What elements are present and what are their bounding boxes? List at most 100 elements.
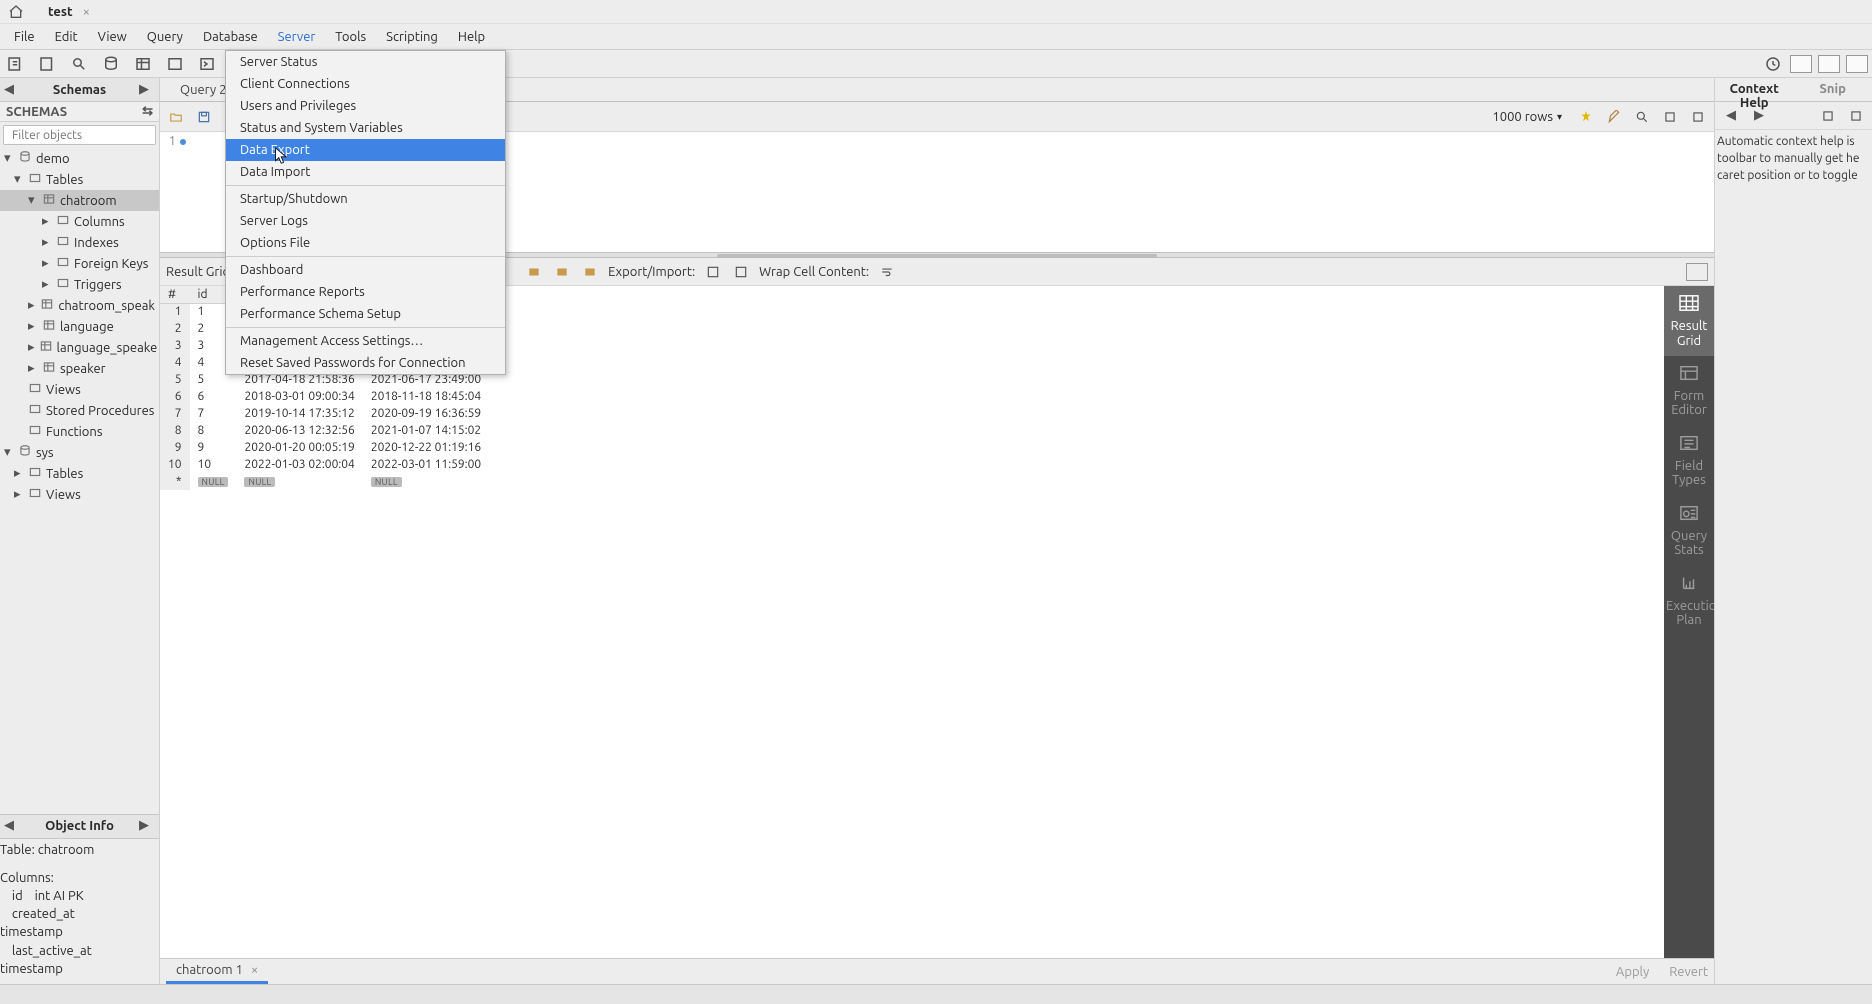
server-menu-server-status[interactable]: Server Status	[226, 51, 505, 73]
server-menu-data-import[interactable]: Data Import	[226, 161, 505, 183]
cell[interactable]: 2020-12-22 01:19:16	[363, 439, 489, 456]
beautify-icon[interactable]	[1576, 107, 1596, 127]
save-file-icon[interactable]	[194, 107, 214, 127]
new-procedure-icon[interactable]	[196, 53, 218, 75]
schema-tree[interactable]: ▾demo▾Tables▾chatroom▸Columns▸Indexes▸Fo…	[0, 148, 159, 814]
tree-item-stored-procedures[interactable]: Stored Procedures	[0, 400, 159, 421]
toggle-result-panel-button[interactable]	[1686, 263, 1708, 281]
table-row[interactable]: 882020-06-13 12:32:562021-01-07 14:15:02	[160, 422, 489, 439]
cell[interactable]: 7	[160, 405, 190, 422]
server-menu-dashboard[interactable]: Dashboard	[226, 259, 505, 281]
toggle-sidebar-button[interactable]	[1790, 55, 1812, 73]
tree-item-views[interactable]: Views	[0, 379, 159, 400]
tree-expand-icon[interactable]: ▸	[28, 361, 38, 376]
server-menu-status-and-system-variables[interactable]: Status and System Variables	[226, 117, 505, 139]
tree-item-tables[interactable]: ▸Tables	[0, 463, 159, 484]
tree-item-language-speake[interactable]: ▸language_speake	[0, 337, 159, 358]
tree-expand-icon[interactable]: ▸	[28, 340, 35, 355]
tree-expand-icon[interactable]	[14, 425, 24, 439]
cell[interactable]: 7	[190, 405, 237, 422]
tree-item-language[interactable]: ▸language	[0, 316, 159, 337]
nav-prev-icon[interactable]: ◀	[4, 82, 20, 98]
cell[interactable]: 2022-01-03 02:00:04	[236, 456, 362, 473]
rail-execution-plan[interactable]: ExecutionPlan	[1664, 566, 1714, 636]
tree-item-sys[interactable]: ▾sys	[0, 442, 159, 463]
ctx-back-icon[interactable]: ◀	[1721, 106, 1741, 126]
menu-query[interactable]: Query	[137, 24, 193, 49]
inspector-icon[interactable]	[68, 53, 90, 75]
cell[interactable]: 8	[160, 422, 190, 439]
tree-expand-icon[interactable]: ▸	[42, 256, 52, 271]
new-view-icon[interactable]	[164, 53, 186, 75]
tree-item-functions[interactable]: Functions	[0, 421, 159, 442]
tree-expand-icon[interactable]: ▸	[14, 466, 24, 481]
cell[interactable]: 2022-03-01 11:59:00	[363, 456, 489, 473]
cell[interactable]: 2020-09-19 16:36:59	[363, 405, 489, 422]
open-file-icon[interactable]	[166, 107, 186, 127]
brush-icon[interactable]	[1604, 107, 1624, 127]
apply-button[interactable]: Apply	[1616, 965, 1649, 979]
cell[interactable]: 2	[160, 320, 190, 337]
connection-tab[interactable]: test ×	[42, 3, 96, 21]
tree-expand-icon[interactable]	[14, 404, 24, 418]
tree-expand-icon[interactable]: ▸	[14, 487, 24, 502]
table-row[interactable]: 10102022-01-03 02:00:042022-03-01 11:59:…	[160, 456, 489, 473]
table-row[interactable]: *NULLNULLNULL	[160, 473, 489, 490]
tree-item-columns[interactable]: ▸Columns	[0, 211, 159, 232]
cell[interactable]: 6	[160, 388, 190, 405]
server-menu-client-connections[interactable]: Client Connections	[226, 73, 505, 95]
cell[interactable]: 4	[160, 354, 190, 371]
schema-filter-input[interactable]	[12, 129, 167, 142]
tree-expand-icon[interactable]: ▸	[42, 214, 52, 229]
cell[interactable]: 2020-01-20 00:05:19	[236, 439, 362, 456]
toggle-output-button[interactable]	[1818, 55, 1840, 73]
tree-item-indexes[interactable]: ▸Indexes	[0, 232, 159, 253]
menu-database[interactable]: Database	[193, 24, 268, 49]
tree-expand-icon[interactable]: ▸	[42, 235, 52, 250]
nav-next-icon[interactable]: ▶	[139, 82, 155, 98]
wrap-cell-icon[interactable]	[877, 262, 897, 282]
tree-item-speaker[interactable]: ▸speaker	[0, 358, 159, 379]
menu-help[interactable]: Help	[448, 24, 495, 49]
tree-expand-icon[interactable]: ▾	[4, 445, 14, 460]
table-row[interactable]: 662018-03-01 09:00:342018-11-18 18:45:04	[160, 388, 489, 405]
new-schema-icon[interactable]	[100, 53, 122, 75]
object-info-prev-icon[interactable]: ◀	[4, 818, 20, 834]
object-info-next-icon[interactable]: ▶	[139, 818, 155, 834]
tree-item-triggers[interactable]: ▸Triggers	[0, 274, 159, 295]
cell[interactable]: 5	[160, 371, 190, 388]
server-menu-reset-saved-passwords-for-connection[interactable]: Reset Saved Passwords for Connection	[226, 352, 505, 374]
cell[interactable]: 10	[160, 456, 190, 473]
toggle-secondary-button[interactable]	[1846, 55, 1868, 73]
cell[interactable]: 6	[190, 388, 237, 405]
tree-item-chatroom[interactable]: ▾chatroom	[0, 190, 159, 211]
add-row-icon[interactable]	[552, 262, 572, 282]
server-menu-performance-schema-setup[interactable]: Performance Schema Setup	[226, 303, 505, 325]
word-wrap-icon[interactable]	[1688, 107, 1708, 127]
schemas-sync-icon[interactable]: ⇆	[142, 104, 153, 119]
snippets-tab[interactable]: Snip	[1794, 78, 1872, 101]
menu-server[interactable]: Server	[268, 24, 326, 49]
edit-icon[interactable]	[524, 262, 544, 282]
cell[interactable]: 2018-11-18 18:45:04	[363, 388, 489, 405]
server-menu-management-access-settings[interactable]: Management Access Settings…	[226, 330, 505, 352]
cell[interactable]: 2020-06-13 12:32:56	[236, 422, 362, 439]
export-icon[interactable]	[703, 262, 723, 282]
tree-expand-icon[interactable]: ▸	[28, 319, 38, 334]
delete-row-icon[interactable]	[580, 262, 600, 282]
server-menu-startup-shutdown[interactable]: Startup/Shutdown	[226, 188, 505, 210]
cell[interactable]: 9	[160, 439, 190, 456]
tree-expand-icon[interactable]: ▾	[4, 151, 14, 166]
tree-item-demo[interactable]: ▾demo	[0, 148, 159, 169]
close-result-tab-icon[interactable]: ×	[251, 963, 258, 977]
cell[interactable]: 9	[190, 439, 237, 456]
tree-item-views[interactable]: ▸Views	[0, 484, 159, 505]
context-help-tab[interactable]: Context Help	[1715, 78, 1794, 101]
result-grid[interactable]: #idcreated_atlast_active_at1122332020-02…	[160, 286, 1664, 958]
rail-form-editor[interactable]: FormEditor	[1664, 356, 1714, 426]
invisible-chars-icon[interactable]	[1660, 107, 1680, 127]
ctx-manual-icon[interactable]	[1846, 106, 1866, 126]
server-menu-performance-reports[interactable]: Performance Reports	[226, 281, 505, 303]
cell[interactable]: *	[160, 473, 190, 490]
table-row[interactable]: 772019-10-14 17:35:122020-09-19 16:36:59	[160, 405, 489, 422]
